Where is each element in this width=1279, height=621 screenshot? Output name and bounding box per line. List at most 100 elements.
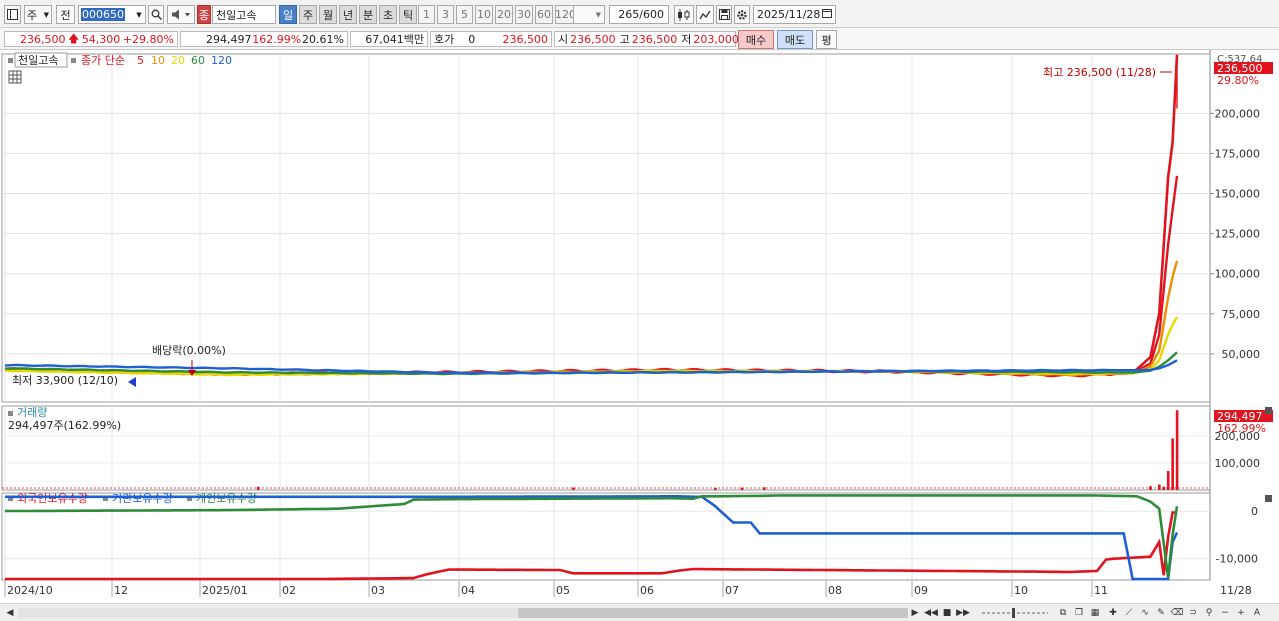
data-count-total: /600 <box>639 8 664 21</box>
volume-summary: 294,497 162.99% 20.61% <box>180 31 348 47</box>
price-summary: 236,500 🡅 54,300 +29.80% <box>4 31 178 47</box>
wave-icon[interactable]: ∿ <box>1138 606 1152 620</box>
price-y-label-4: 150,000 <box>1215 188 1261 201</box>
date-input[interactable]: 2025/11/28 <box>753 5 836 24</box>
chart-area[interactable]: 2024/10 12 2025/01 02 03 04 05 06 07 08 09 10 11 11/2… <box>0 50 1279 603</box>
volume-pct: 162.99% <box>252 32 302 46</box>
candle-chart-icon[interactable] <box>674 5 694 24</box>
buy-button[interactable]: 매수 <box>738 30 774 49</box>
volume-value: 294,497 <box>206 32 252 46</box>
volume-bar-0 <box>256 486 260 490</box>
window-icon[interactable]: ⧉ <box>1056 606 1070 620</box>
copy-icon[interactable]: ❐ <box>1072 606 1086 620</box>
volume-bar-8 <box>1166 471 1170 490</box>
minute-button-2[interactable]: 5 <box>456 5 473 24</box>
minute-button-0[interactable]: 1 <box>418 5 435 24</box>
panel-frame-1 <box>1 405 1211 491</box>
font-size-icon[interactable]: A <box>1250 606 1264 620</box>
pencil-icon[interactable]: ✎ <box>1154 606 1168 620</box>
zoom-in-icon[interactable]: + <box>1234 606 1248 620</box>
price-change: 54,300 <box>81 32 121 46</box>
date-value: 2025/11/28 <box>757 8 821 21</box>
high-label: 고 <box>619 33 630 46</box>
high-annotation: 최고 236,500 (11/28) <box>1043 66 1156 79</box>
period-button-3[interactable]: 년 <box>339 5 357 24</box>
scroll-left-icon[interactable]: ◀ <box>3 606 17 620</box>
zoom-out-icon[interactable]: − <box>1218 606 1232 620</box>
stock-type-badge-label: 종 <box>198 8 210 22</box>
current-price: 236,500 <box>20 32 66 46</box>
x-tick-label-2: 2025/01 <box>202 584 248 597</box>
legend-marker-stock <box>8 58 13 63</box>
search-icon[interactable] <box>148 5 164 24</box>
x-tick-label-10: 09 <box>914 584 928 597</box>
volume-title: 거래량 <box>17 406 47 419</box>
stock-name-field[interactable]: 천일고속 <box>212 5 276 24</box>
scroll-right-icon[interactable]: ▶ <box>908 606 922 620</box>
trend-line-icon[interactable]: ⟋ <box>1122 606 1136 620</box>
sell-button-label: 매도 <box>784 33 806 47</box>
legend-item-2: 10 <box>151 54 165 67</box>
evaluate-button[interactable]: 평 <box>816 30 837 49</box>
scroll-thumb[interactable] <box>518 608 908 618</box>
holdings-legend-1: 기관보유수량 <box>112 492 173 505</box>
quote-box: 호가 0 236,500 <box>430 31 552 47</box>
low-annotation: 최저 33,900 (12/10) <box>12 374 118 387</box>
gear-icon[interactable] <box>734 5 750 24</box>
speaker-icon[interactable] <box>167 5 195 24</box>
zoom-icon[interactable]: ⚲ <box>1202 606 1216 620</box>
save-icon[interactable] <box>716 5 732 24</box>
toolbar: 주 ▼ 전 000650 ▼ 종 천일고속 일주월년분초틱 1 3 5 10 20 30 6… <box>0 0 1279 28</box>
minute-button-3[interactable]: 10 <box>475 5 493 24</box>
holdings-y-label-1: -10,000 <box>1216 553 1258 566</box>
minute-button-1[interactable]: 3 <box>437 5 454 24</box>
period-button-0[interactable]: 일 <box>279 5 297 24</box>
period-select[interactable]: 주 ▼ <box>24 5 52 24</box>
price-info-bar: 236,500 🡅 54,300 +29.80% 294,497 162.99%… <box>0 28 1279 50</box>
minute-button-6[interactable]: 60 <box>535 5 553 24</box>
stop-icon[interactable]: ■ <box>940 606 954 620</box>
magnet-icon[interactable]: ⊃ <box>1186 606 1200 620</box>
ask-price: 236,500 <box>502 32 549 46</box>
period-button-6[interactable]: 틱 <box>399 5 417 24</box>
rewind-icon[interactable]: ◀◀ <box>924 606 938 620</box>
price-y-label-1: 75,000 <box>1222 308 1261 321</box>
cross-icon[interactable]: ✚ <box>1106 606 1120 620</box>
minute-custom-select[interactable]: ▼ <box>573 5 605 24</box>
chart-scrollbar[interactable]: ◀ ▶ ◀◀ ■ ▶▶ ⧉ ❐ ▦ ✚ ⟋ ∿ ✎ ⌫ ⊃ ⚲ − + A <box>0 603 1279 621</box>
calendar-icon[interactable] <box>822 8 832 21</box>
line-tool-icon[interactable] <box>696 5 714 24</box>
volume-bar-4 <box>762 487 766 490</box>
period-button-1[interactable]: 주 <box>299 5 317 24</box>
eraser-icon[interactable]: ⌫ <box>1170 606 1184 620</box>
x-tick-label-1: 12 <box>114 584 128 597</box>
volume-bar-1 <box>572 487 575 490</box>
holdings-legend-2: 개인보유수량 <box>196 492 257 505</box>
sell-button[interactable]: 매도 <box>777 30 813 49</box>
volume-y-label-0: 100,000 <box>1215 457 1261 470</box>
period-button-2[interactable]: 월 <box>319 5 337 24</box>
prev-button[interactable]: 전 <box>56 5 75 24</box>
period-button-4[interactable]: 분 <box>359 5 377 24</box>
chevron-down-icon: ▼ <box>595 10 601 19</box>
volume-bar-6 <box>1158 484 1161 490</box>
layout-icon[interactable] <box>4 5 21 24</box>
price-y-label-0: 50,000 <box>1222 348 1261 361</box>
fast-forward-icon[interactable]: ▶▶ <box>956 606 970 620</box>
volume-value-label: 294,497주(162.99%) <box>8 419 121 432</box>
evaluate-button-label: 평 <box>821 33 832 47</box>
layout-icon[interactable]: ▦ <box>1088 606 1102 620</box>
trade-amount-value: 67,041백만 <box>365 33 424 46</box>
zoom-slider[interactable] <box>982 606 1048 620</box>
minute-button-4[interactable]: 20 <box>495 5 513 24</box>
x-tick-label-5: 04 <box>461 584 475 597</box>
turnover-rate: 20.61% <box>302 32 344 46</box>
volume-bar-10 <box>1175 410 1179 490</box>
holdings-y-label-0: 0 <box>1251 505 1258 518</box>
period-button-5[interactable]: 초 <box>379 5 397 24</box>
holdings-legend-0: 외국인보유수량 <box>17 492 88 505</box>
data-count-input[interactable]: 265 /600 <box>609 5 669 24</box>
code-dropdown-chevron-icon[interactable]: ▼ <box>132 5 146 24</box>
stock-chart[interactable]: 2024/10 12 2025/01 02 03 04 05 06 07 08 09 10 11 11/2… <box>0 50 1279 603</box>
minute-button-5[interactable]: 30 <box>515 5 533 24</box>
